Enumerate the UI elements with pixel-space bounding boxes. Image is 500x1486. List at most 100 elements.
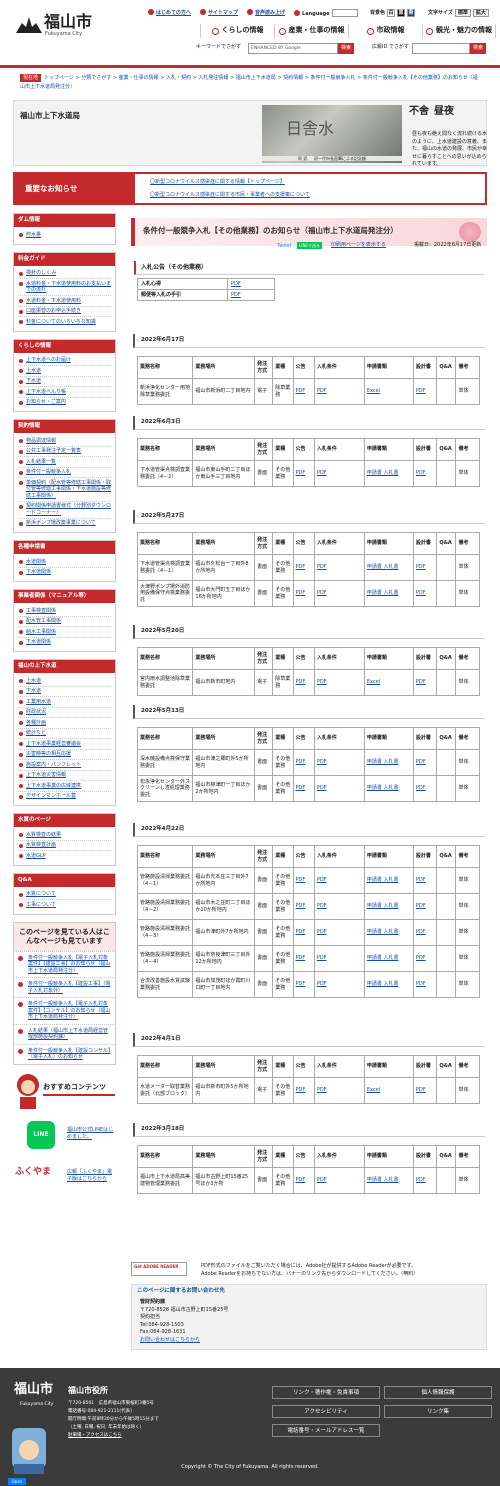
sidebar-item[interactable]: 水質検査計画 xyxy=(18,841,111,851)
document-link[interactable]: PDF xyxy=(416,1087,426,1093)
bg-blue-button[interactable]: 青 xyxy=(407,9,416,17)
document-link[interactable]: 申請書 入札書 xyxy=(367,955,399,961)
inquiry-dept[interactable]: 管財契約課 xyxy=(140,1299,228,1307)
sidebar-item[interactable]: 上下水道災害情報 xyxy=(18,771,111,781)
sidebar-item[interactable]: 貯水量 xyxy=(18,230,111,240)
notice-link-1[interactable]: 〇新型コロナウイルス感染症に関する情報【トップページ】 xyxy=(150,179,285,186)
notice-link-2[interactable]: 〇新型コロナウイルス感染症に関する市民・事業者への支援策について xyxy=(150,192,310,199)
sidebar-item[interactable]: 水道料金・下水道使用料のお支払いまでの流れ xyxy=(18,279,111,296)
document-link[interactable]: PDF xyxy=(317,1177,327,1183)
document-link[interactable]: PDF xyxy=(416,955,426,961)
document-link[interactable]: PDF xyxy=(317,877,327,883)
sidebar-item[interactable]: 水道GLP xyxy=(18,851,111,861)
sidebar-item[interactable]: 上下水道べんり帳 xyxy=(18,387,111,398)
document-link[interactable]: PDF xyxy=(416,388,426,394)
sidebar-item[interactable]: 工事検査関係 xyxy=(18,606,111,617)
department-title[interactable]: 福山市上下水道局 xyxy=(20,111,80,121)
bg-black-button[interactable]: 黒 xyxy=(397,9,406,17)
document-link[interactable]: PDF xyxy=(296,679,306,685)
sidebar-item[interactable]: 水道料金・下水道使用料 xyxy=(18,296,111,307)
site-logo[interactable]: 福山市 Fukuyama City xyxy=(14,9,104,39)
document-link[interactable]: PDF xyxy=(317,903,327,909)
document-link[interactable]: 申請書 入札書 xyxy=(367,929,399,935)
document-link[interactable]: PDF xyxy=(317,759,327,765)
document-link[interactable]: PDF xyxy=(296,1177,306,1183)
document-link[interactable]: 申請書 入札書 xyxy=(367,590,399,596)
link-sitemap[interactable]: サイトマップ xyxy=(200,9,238,18)
nav-life[interactable]: くらしの情報 xyxy=(200,24,274,38)
sidebar-item[interactable]: 物品調達情報 xyxy=(18,436,111,447)
sidebar-item[interactable]: 入札結果一覧 xyxy=(18,457,111,468)
nav-tourism[interactable]: 観光・魅力の情報 xyxy=(422,24,496,38)
language-select[interactable]: Language xyxy=(294,9,358,18)
footer-link-copyright[interactable]: リンク・著作権・免責事項 xyxy=(272,1386,380,1399)
document-link[interactable]: 申請書 入札書 xyxy=(367,564,399,570)
document-link[interactable]: 申請書 入札書 xyxy=(367,470,399,476)
sidebar-item[interactable]: 施設案内・パンフレット xyxy=(18,760,111,771)
sidebar-item[interactable]: 下水道関係 xyxy=(18,638,111,648)
pdf-link[interactable]: PDF xyxy=(231,281,241,287)
document-link[interactable]: 申請書 入札書 xyxy=(367,759,399,765)
document-link[interactable]: PDF xyxy=(296,564,306,570)
sidebar-item[interactable]: 各種計画 xyxy=(18,718,111,729)
sidebar-item[interactable]: 条件付一般競争入札 xyxy=(18,468,111,478)
sidebar-item[interactable]: 口座振替のお申込手続き xyxy=(18,307,111,317)
document-link[interactable]: PDF xyxy=(317,388,327,394)
search-button[interactable]: 検索 xyxy=(338,43,354,54)
adobe-reader-banner[interactable]: Get ADOBE READER xyxy=(131,1262,187,1276)
footer-logo[interactable]: 福山市 xyxy=(14,1382,53,1399)
sidebar-item[interactable]: 下水道 xyxy=(18,687,111,697)
document-link[interactable]: PDF xyxy=(296,470,306,476)
document-link[interactable]: PDF xyxy=(296,903,306,909)
footer-link-accessibility[interactable]: アクセシビリティ xyxy=(272,1405,380,1418)
font-large-button[interactable]: 拡大 xyxy=(472,9,489,17)
sidebar-item[interactable]: 新浜ポンプ場改築事業について xyxy=(18,519,111,529)
document-link[interactable]: PDF xyxy=(416,679,426,685)
sidebar-item[interactable]: 下水道関係 xyxy=(18,568,111,578)
document-link[interactable]: PDF xyxy=(296,929,306,935)
ad-id-button[interactable]: 検索 xyxy=(470,43,486,54)
footer-link-links[interactable]: リンク集 xyxy=(384,1405,492,1418)
document-link[interactable]: PDF xyxy=(416,785,426,791)
document-link[interactable]: PDF xyxy=(296,759,306,765)
sidebar-item[interactable]: 公共工事発注予定一覧表 xyxy=(18,447,111,457)
print-link[interactable]: 印刷用ページを表示する xyxy=(331,242,386,249)
document-link[interactable]: 申請書 入札書 xyxy=(367,877,399,883)
document-link[interactable]: PDF xyxy=(416,981,426,987)
document-link[interactable]: 申請書 入札書 xyxy=(367,903,399,909)
document-link[interactable]: PDF xyxy=(317,679,327,685)
sidebar-item[interactable]: 統計など xyxy=(18,729,111,739)
document-link[interactable]: PDF xyxy=(416,877,426,883)
document-link[interactable]: PDF xyxy=(296,955,306,961)
footer-link-privacy[interactable]: 個人情報保護 xyxy=(384,1386,492,1399)
sidebar-item[interactable]: 水質について xyxy=(18,890,111,900)
sidebar-item[interactable]: 単価契約（配水管等修繕工事関係・取付管等修繕工事関係・下水道施設等修繕工事関係） xyxy=(18,478,111,502)
sidebar-item[interactable]: 上水道 xyxy=(18,676,111,687)
document-link[interactable]: PDF xyxy=(296,785,306,791)
document-link[interactable]: PDF xyxy=(416,1177,426,1183)
sidebar-item[interactable]: 料金についてのいろいろな知識 xyxy=(18,317,111,327)
document-link[interactable]: 申請書 入札書 xyxy=(367,785,399,791)
document-link[interactable]: PDF xyxy=(317,590,327,596)
sidebar-item[interactable]: 災害時等の相互応援 xyxy=(18,750,111,760)
sidebar-item[interactable]: 工事について xyxy=(18,900,111,910)
sidebar-item[interactable]: 配水管工事関係 xyxy=(18,617,111,627)
document-link[interactable]: PDF xyxy=(317,1087,327,1093)
sidebar-item[interactable]: 契約関係申請書様式（分野別ダウンロードコーナー） xyxy=(18,502,111,519)
popular-item[interactable]: 条件付一般競争入札【電子入札対象案件】【コンサル】のお知らせ（福山市上下水道局発… xyxy=(14,997,115,1024)
tweet-button[interactable]: Tweet xyxy=(277,243,291,250)
document-link[interactable]: PDF xyxy=(317,564,327,570)
document-link[interactable]: PDF xyxy=(317,929,327,935)
document-link[interactable]: PDF xyxy=(317,470,327,476)
sidebar-item[interactable]: 工業用水道 xyxy=(18,697,111,708)
document-link[interactable]: PDF xyxy=(416,564,426,570)
document-link[interactable]: Excel xyxy=(367,388,380,394)
popular-item[interactable]: 入札結果（福山市上下水道局経営管理部施設契約課） xyxy=(14,1023,115,1044)
document-link[interactable]: PDF xyxy=(416,470,426,476)
line-icon[interactable]: LINE xyxy=(27,1120,55,1149)
sidebar-item[interactable]: 上下水道事業経営審議会 xyxy=(18,739,111,750)
ad-id-input[interactable] xyxy=(412,43,470,54)
sidebar-item[interactable]: 下水道 xyxy=(18,377,111,387)
open-badge[interactable]: Open xyxy=(8,1478,26,1485)
popular-item[interactable]: 条件付一般競争入札【建設コンサル】（電子入札）のお知らせ xyxy=(14,1043,115,1064)
